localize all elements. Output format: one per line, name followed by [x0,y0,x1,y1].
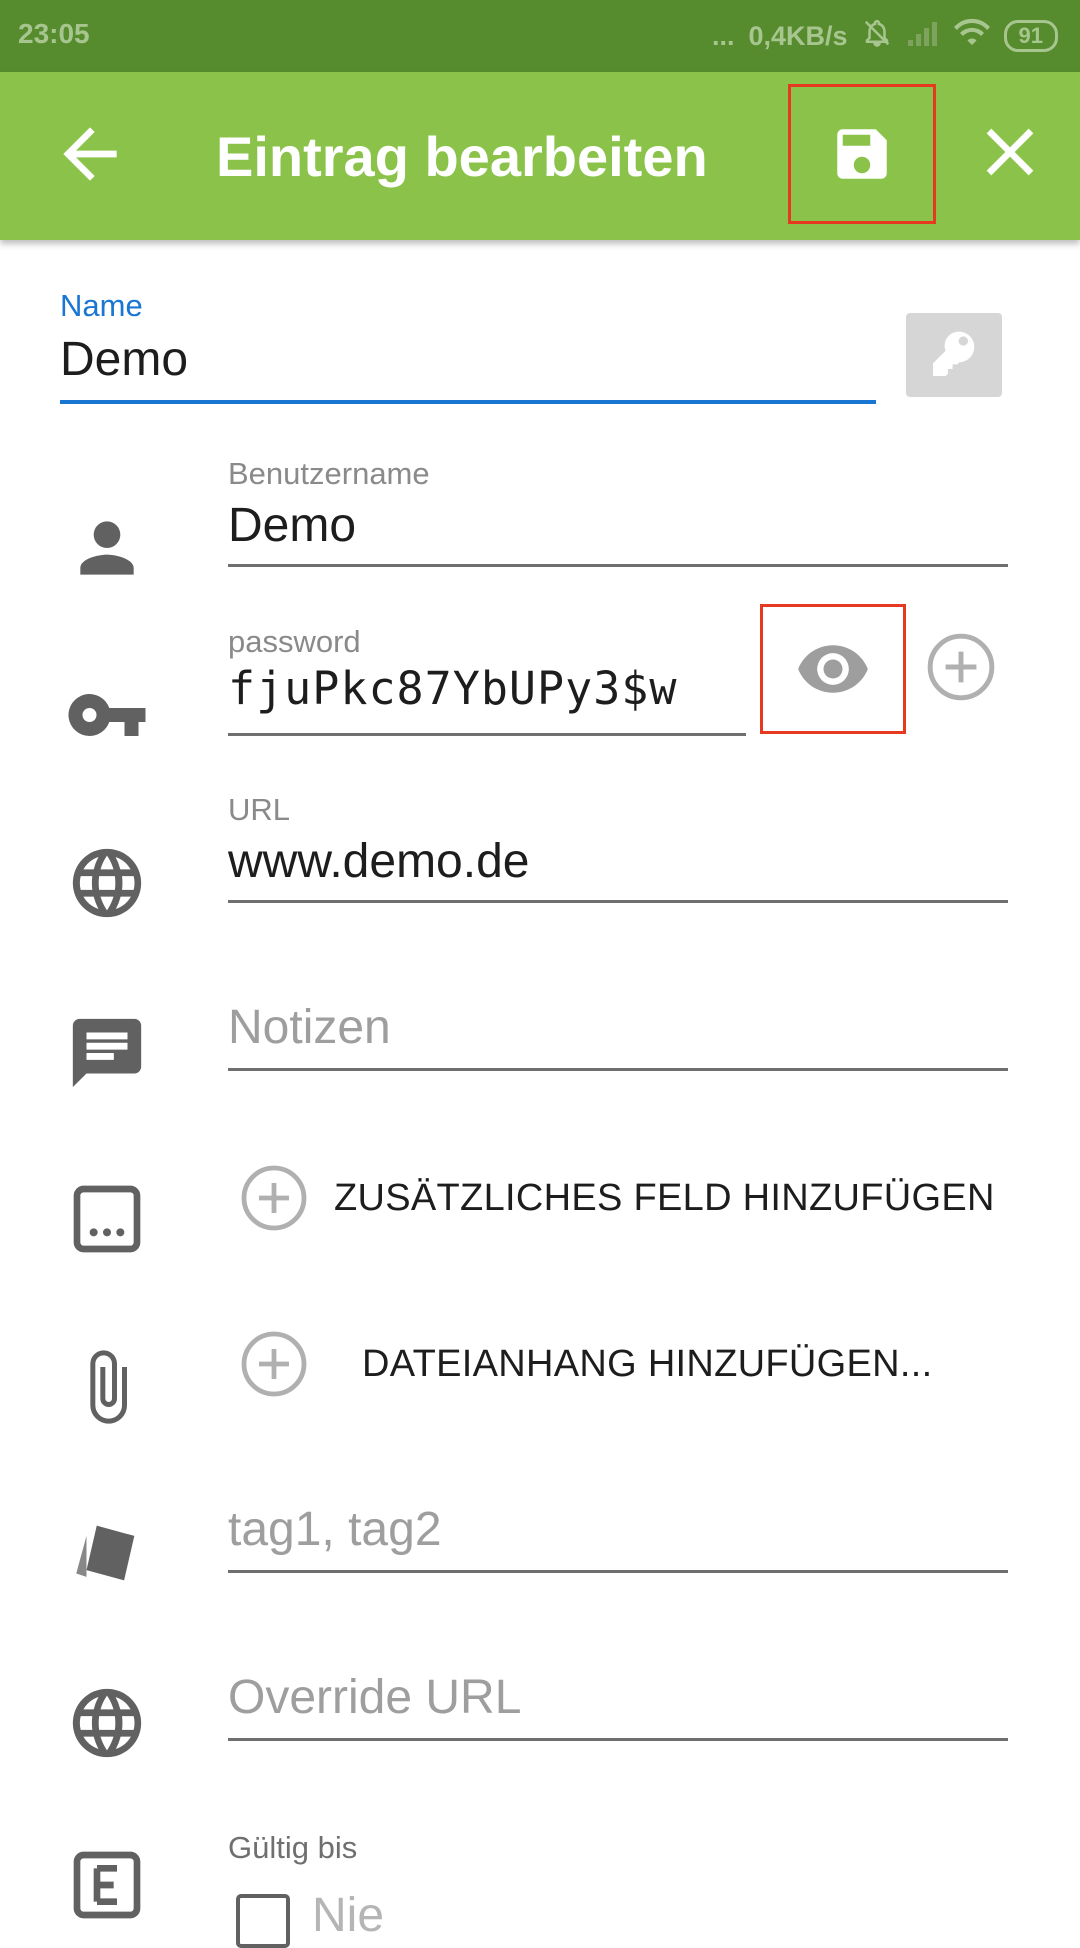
mute-bell-icon [862,17,892,56]
tags-underline [228,1570,1008,1573]
add-attachment-label: DATEIANHANG HINZUFÜGEN... [362,1342,933,1385]
notes-icon [62,1008,152,1098]
never-expires-label: Nie [312,1889,385,1942]
expiry-icon [62,1840,152,1930]
wifi-icon [953,18,990,55]
password-label: password [228,624,361,659]
arrow-left-icon [63,127,117,181]
attachment-icon [62,1342,152,1432]
username-field[interactable]: Demo [228,498,356,553]
add-field-label: ZUSÄTZLICHES FELD HINZUFÜGEN [334,1176,995,1219]
add-attachment-button[interactable]: DATEIANHANG HINZUFÜGEN... [238,1326,1008,1402]
override-globe-icon [62,1678,152,1768]
generate-key-button[interactable] [906,313,1002,397]
override-url-field[interactable]: Override URL [228,1670,521,1725]
close-button[interactable] [970,112,1050,192]
tags-icon [62,1508,152,1598]
page-title: Eintrag bearbeiten [216,125,708,188]
password-underline [228,733,746,736]
notes-field[interactable]: Notizen [228,1000,391,1055]
password-key-icon [62,670,152,760]
name-underline [60,400,876,404]
username-underline [228,564,1008,567]
save-button[interactable] [788,84,936,224]
back-button[interactable] [50,114,130,194]
plus-circle-icon [927,633,995,701]
status-time: 23:05 [18,18,90,49]
add-field-button[interactable]: ZUSÄTZLICHES FELD HINZUFÜGEN [238,1160,1008,1236]
url-label: URL [228,792,291,827]
network-speed: 0,4KB/s [748,20,848,51]
plus-circle-icon [241,1165,307,1231]
expiry-label: Gültig bis [228,1830,358,1865]
url-underline [228,900,1008,903]
password-field[interactable]: fjuPkc87YbUPy3$w [228,662,677,715]
url-field[interactable]: www.demo.de [228,834,529,889]
save-icon [837,129,887,179]
person-icon [62,503,152,593]
name-field[interactable]: Demo [60,332,188,387]
notes-underline [228,1068,1008,1071]
toggle-password-visibility-button[interactable] [760,604,906,734]
status-bar: 23:05 ... 0,4KB/s 91 [0,0,1080,72]
close-icon [986,128,1034,176]
add-password-field-button[interactable] [924,630,998,704]
app-bar: Eintrag bearbeiten [0,72,1080,240]
username-label: Benutzername [228,456,430,491]
tags-field[interactable]: tag1, tag2 [228,1502,442,1557]
status-indicators: ... 0,4KB/s 91 [712,16,1058,56]
name-label: Name [60,288,143,323]
battery-indicator: 91 [1003,20,1058,52]
signal-icon [906,18,940,55]
more-notifications-icon: ... [711,20,735,51]
override-url-underline [228,1738,1008,1741]
custom-field-icon [62,1174,152,1264]
key-icon [933,331,975,376]
never-expires-checkbox[interactable] [236,1894,290,1948]
eye-icon [798,645,868,693]
globe-icon [62,838,152,928]
plus-circle-icon [241,1331,307,1397]
